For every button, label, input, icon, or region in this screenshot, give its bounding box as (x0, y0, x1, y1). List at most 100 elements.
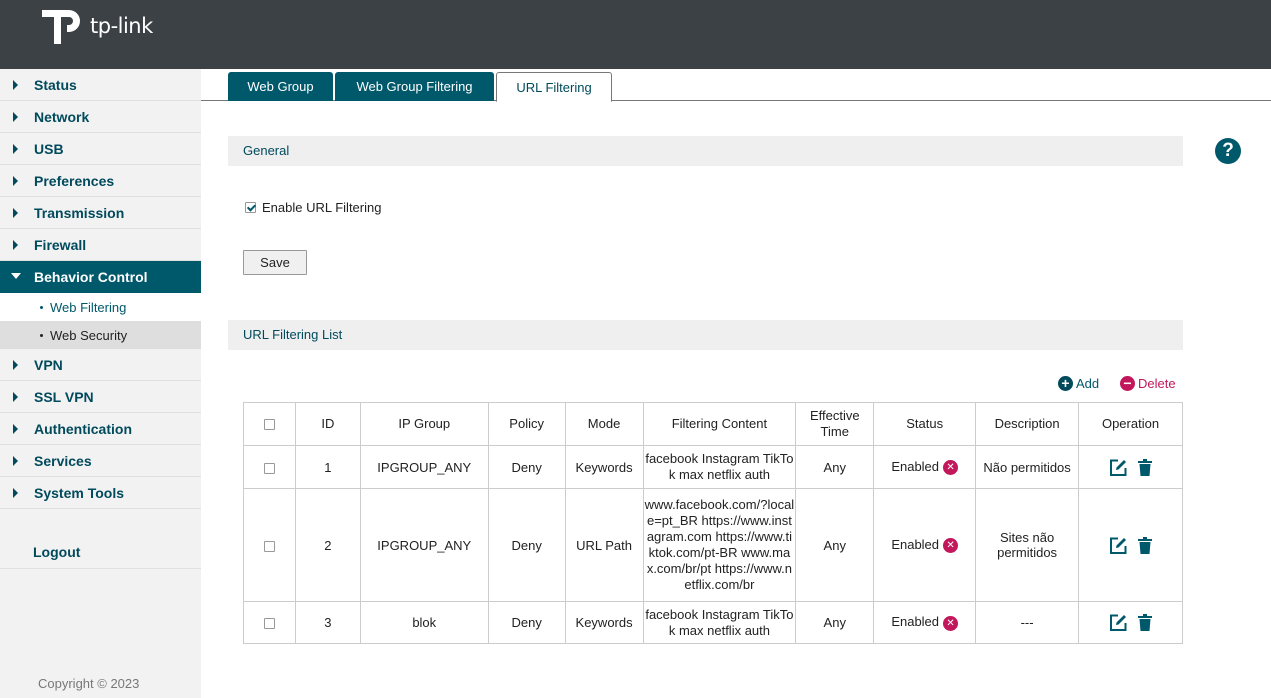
sidebar-item-label: Firewall (34, 237, 87, 253)
cell-ip-group: IPGROUP_ANY (359, 445, 489, 489)
sidebar-item-vpn[interactable]: VPN (0, 349, 201, 381)
trash-icon[interactable] (1138, 614, 1153, 631)
cell-ip-group: blok (359, 601, 489, 644)
row-select-cell (243, 488, 296, 602)
column-header-policy[interactable]: Policy (487, 402, 566, 446)
row-checkbox[interactable] (263, 618, 275, 630)
enable-url-filtering-checkbox[interactable] (245, 202, 256, 214)
submenu-item-label: Web Filtering (50, 300, 127, 315)
help-icon[interactable]: ? (1215, 138, 1241, 164)
cell-operation (1078, 445, 1183, 489)
tab-bar: Web Group Web Group Filtering URL Filter… (201, 69, 1271, 102)
minus-icon: − (1120, 376, 1135, 392)
save-button[interactable]: Save (243, 250, 307, 275)
sidebar-item-services[interactable]: Services (0, 445, 201, 477)
sidebar-item-system-tools[interactable]: System Tools (0, 477, 201, 509)
cell-policy: Deny (487, 488, 566, 602)
column-header-operation: Operation (1078, 402, 1183, 446)
table-row: 3 blok Deny Keywords facebook Instagram … (243, 601, 1183, 644)
sidebar-item-label: SSL VPN (34, 389, 94, 405)
cell-filtering-content: facebook Instagram TikTok max netflix au… (642, 601, 797, 644)
disable-status-icon[interactable]: ✕ (943, 615, 959, 631)
edit-icon[interactable] (1109, 613, 1128, 632)
sidebar-item-usb[interactable]: USB (0, 133, 201, 165)
trash-icon[interactable] (1138, 458, 1153, 476)
copyright-text: Copyright © 2023 (38, 676, 140, 691)
enable-url-filtering-row: Enable URL Filtering (245, 199, 381, 215)
select-all-checkbox[interactable] (263, 419, 275, 431)
cell-policy: Deny (487, 601, 566, 644)
sidebar-item-label: Network (34, 109, 90, 125)
disable-status-icon[interactable]: ✕ (943, 538, 959, 554)
select-all-cell (243, 402, 296, 446)
status-text: Enabled (891, 536, 940, 552)
logout-button[interactable]: Logout (0, 535, 201, 569)
add-button[interactable]: + Add (1058, 375, 1099, 392)
caret-right-icon (13, 392, 18, 402)
row-select-cell (243, 601, 296, 644)
disable-status-icon[interactable]: ✕ (943, 460, 959, 476)
sidebar-item-network[interactable]: Network (0, 101, 201, 133)
caret-right-icon (13, 456, 18, 466)
sidebar-item-preferences[interactable]: Preferences (0, 165, 201, 197)
cell-filtering-content: www.facebook.com/?locale=pt_BR https://w… (642, 488, 797, 602)
tab-web-group[interactable]: Web Group (228, 72, 333, 101)
enable-url-filtering-label: Enable URL Filtering (262, 200, 382, 216)
edit-icon[interactable] (1109, 458, 1128, 477)
url-filtering-table: ID IP Group Policy Mode Filtering Conten… (243, 402, 1183, 644)
caret-right-icon (13, 80, 18, 90)
general-section-header: General (228, 136, 1183, 166)
sidebar-item-transmission[interactable]: Transmission (0, 197, 201, 229)
column-header-status[interactable]: Status (873, 402, 977, 446)
edit-icon[interactable] (1109, 536, 1128, 555)
sidebar-item-label: Authentication (34, 421, 132, 437)
submenu-item-label: Web Security (50, 328, 128, 343)
trash-icon[interactable] (1138, 536, 1153, 554)
cell-ip-group: IPGROUP_ANY (359, 488, 489, 602)
sidebar-item-label: System Tools (34, 485, 124, 501)
sidebar-item-behavior-control[interactable]: Behavior Control (0, 261, 201, 293)
delete-button[interactable]: − Delete (1120, 375, 1176, 392)
table-header-row: ID IP Group Policy Mode Filtering Conten… (243, 402, 1183, 446)
cell-effective-time: Any (795, 488, 875, 602)
cell-effective-time: Any (795, 445, 875, 489)
sidebar-item-ssl-vpn[interactable]: SSL VPN (0, 381, 201, 413)
logo-text: tp-link (90, 14, 153, 38)
column-header-description[interactable]: Description (975, 402, 1080, 446)
sidebar-item-label: Services (34, 453, 92, 469)
delete-label: Delete (1138, 376, 1176, 392)
sidebar-item-label: USB (34, 141, 64, 157)
column-header-effective-time[interactable]: Effective Time (795, 402, 875, 446)
caret-right-icon (13, 488, 18, 498)
cell-description: --- (975, 601, 1080, 644)
caret-right-icon (13, 176, 18, 186)
row-checkbox[interactable] (263, 462, 275, 474)
caret-right-icon (13, 208, 18, 218)
submenu-item-web-security[interactable]: Web Security (0, 321, 201, 349)
sidebar-item-label: VPN (34, 357, 63, 373)
tab-web-group-filtering[interactable]: Web Group Filtering (335, 72, 494, 101)
row-checkbox[interactable] (263, 540, 275, 552)
cell-mode: Keywords (564, 445, 644, 489)
caret-down-icon (11, 273, 21, 279)
top-bar: tp-link (0, 0, 1271, 69)
sidebar-item-label: Preferences (34, 173, 115, 189)
bullet-icon (40, 306, 43, 309)
sidebar-item-label: Behavior Control (34, 269, 148, 285)
submenu-item-web-filtering[interactable]: Web Filtering (0, 293, 201, 321)
sidebar-item-authentication[interactable]: Authentication (0, 413, 201, 445)
cell-status: Enabled ✕ (873, 488, 977, 602)
cell-operation (1078, 488, 1183, 602)
column-header-ip-group[interactable]: IP Group (359, 402, 489, 446)
column-header-id[interactable]: ID (294, 402, 361, 446)
cell-operation (1078, 601, 1183, 644)
column-header-mode[interactable]: Mode (564, 402, 644, 446)
sidebar-item-firewall[interactable]: Firewall (0, 229, 201, 261)
sidebar-item-status[interactable]: Status (0, 69, 201, 101)
cell-policy: Deny (487, 445, 566, 489)
sidebar-item-label: Status (34, 77, 77, 93)
status-text: Enabled (891, 614, 940, 630)
tab-url-filtering[interactable]: URL Filtering (496, 72, 612, 102)
cell-description: Não permitidos (975, 445, 1080, 489)
column-header-filtering-content[interactable]: Filtering Content (642, 402, 797, 446)
